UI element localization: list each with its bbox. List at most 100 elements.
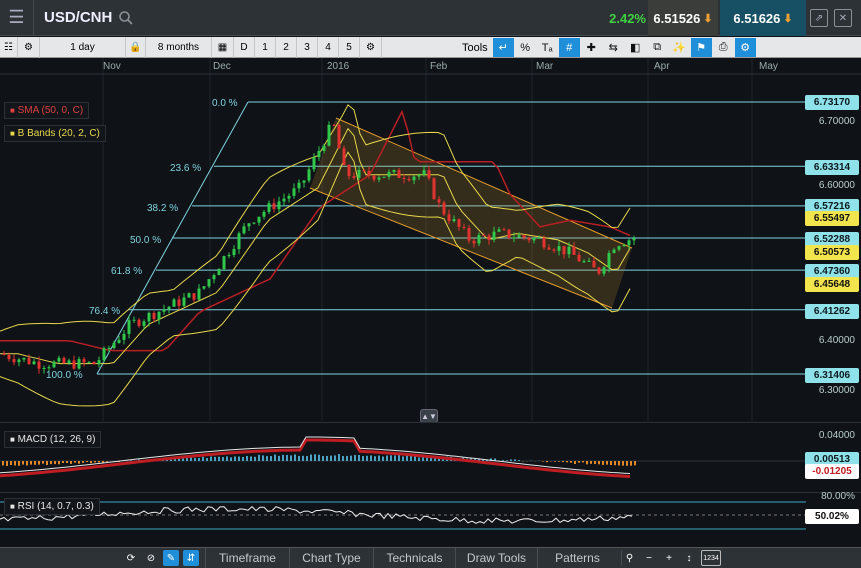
expand-vertical-icon[interactable]: ⇵ — [183, 550, 199, 566]
candle-body — [282, 198, 286, 202]
candle-body — [407, 179, 411, 181]
annotation-icon[interactable]: ⚑ — [690, 38, 712, 57]
candle-body — [142, 321, 146, 326]
sell-price-button[interactable]: 6.51526 ⬇ — [648, 0, 718, 36]
macd-histogram-bar — [510, 459, 512, 461]
macd-histogram-bar — [74, 461, 76, 463]
menu-icon[interactable]: ☰ — [0, 0, 34, 36]
search-icon[interactable] — [118, 10, 134, 26]
chart-list-icon[interactable]: ☷ — [0, 36, 18, 58]
cancel-icon[interactable]: ⊘ — [143, 550, 159, 566]
candle-body — [557, 246, 561, 251]
zoom-out-icon[interactable]: − — [641, 550, 657, 566]
x-axis-label: Feb — [430, 61, 448, 72]
period-button-4[interactable]: 4 — [318, 36, 339, 58]
candle-body — [397, 170, 401, 178]
fib-label: 23.6 % — [170, 163, 202, 174]
candle-body — [352, 176, 356, 178]
buy-price-button[interactable]: 6.51626 ⬇ — [720, 0, 806, 36]
period-button-d[interactable]: D — [234, 36, 255, 58]
drawing-icon[interactable]: ✨ — [669, 38, 690, 57]
macd-histogram-bar — [306, 456, 308, 461]
candle-body — [27, 357, 31, 365]
tools-label: Tools — [462, 41, 488, 54]
grid-icon[interactable]: # — [558, 38, 580, 57]
candle-body — [132, 319, 136, 321]
period-button-1[interactable]: 1 — [255, 36, 276, 58]
chart-toolbar: ☷ ⚙ 1 day 🔒 8 months ▦ D 1 2 3 4 5 ⚙ Too… — [0, 36, 861, 58]
macd-histogram-bar — [98, 461, 100, 463]
text-tool-icon[interactable]: Tₐ — [537, 38, 558, 57]
candle-body — [337, 124, 341, 149]
lock-icon[interactable]: 🔒 — [126, 36, 146, 58]
macd-histogram-bar — [402, 456, 404, 461]
candle-body — [372, 175, 376, 180]
candle-icon[interactable]: ◧ — [625, 38, 646, 57]
period-settings-icon[interactable]: ⚙ — [360, 36, 382, 58]
macd-histogram-bar — [338, 454, 340, 461]
rsi-chart[interactable] — [0, 493, 861, 548]
tab-draw-tools[interactable]: Draw Tools — [455, 547, 537, 568]
bbands-legend[interactable]: ■ B Bands (20, 2, C) — [4, 125, 106, 142]
panel-resize-handle[interactable]: ▲▼ — [420, 409, 438, 423]
rsi-legend[interactable]: ■ RSI (14, 0.7, 0.3) — [4, 498, 100, 515]
fib-label: 38.2 % — [147, 203, 179, 214]
macd-chart[interactable] — [0, 423, 861, 493]
symbol-title[interactable]: USD/CNH — [44, 9, 112, 26]
macd-histogram-bar — [606, 461, 608, 465]
window-icon[interactable]: ⧉ — [647, 38, 668, 57]
chart-settings-icon[interactable]: ⚙ — [734, 38, 756, 57]
macd-histogram-bar — [66, 461, 68, 464]
candle-body — [517, 235, 521, 238]
zoom-in-icon[interactable]: + — [661, 550, 677, 566]
interval-select[interactable]: 1 day — [40, 36, 126, 58]
crosshair-icon[interactable]: ✚ — [581, 38, 602, 57]
print-icon[interactable]: ⎙ — [713, 38, 734, 57]
popout-icon[interactable]: ⇗ — [810, 9, 828, 27]
candle-body — [442, 202, 446, 215]
tab-chart-type[interactable]: Chart Type — [289, 547, 373, 568]
macd-histogram-bar — [218, 456, 220, 461]
candle-body — [42, 368, 46, 370]
candle-body — [617, 246, 621, 250]
macd-histogram-bar — [594, 461, 596, 465]
compare-icon[interactable]: ⇆ — [603, 38, 624, 57]
candle-body — [627, 240, 631, 246]
tab-patterns[interactable]: Patterns — [537, 547, 617, 568]
macd-histogram-bar — [6, 461, 8, 466]
price-flag: 6.41262 — [805, 304, 859, 319]
tab-timeframe[interactable]: Timeframe — [205, 547, 289, 568]
candle-body — [297, 182, 301, 189]
candle-body — [267, 203, 271, 212]
price-flag: 6.73170 — [805, 95, 859, 110]
fit-icon[interactable]: ↕ — [681, 550, 697, 566]
refresh-icon[interactable]: ⟳ — [123, 550, 139, 566]
calendar-icon[interactable]: ▦ — [212, 36, 234, 58]
macd-legend[interactable]: ■ MACD (12, 26, 9) — [4, 431, 102, 448]
numeric-badge[interactable]: 1234 — [701, 550, 721, 566]
percent-icon[interactable]: % — [515, 38, 536, 57]
macd-histogram-bar — [10, 461, 12, 466]
candle-body — [52, 361, 56, 368]
candle-body — [72, 360, 76, 369]
settings-icon[interactable]: ⚙ — [18, 36, 40, 58]
candle-body — [412, 176, 416, 181]
range-select[interactable]: 8 months — [146, 36, 212, 58]
close-icon[interactable]: ✕ — [834, 9, 852, 27]
pencil-icon[interactable]: ✎ — [163, 550, 179, 566]
tab-technicals[interactable]: Technicals — [373, 547, 455, 568]
macd-histogram-bar — [354, 455, 356, 461]
macd-histogram-bar — [226, 456, 228, 461]
sma-legend[interactable]: ■ SMA (50, 0, C) — [4, 102, 90, 119]
period-button-2[interactable]: 2 — [276, 36, 297, 58]
macd-histogram-bar — [330, 455, 332, 461]
period-button-3[interactable]: 3 — [297, 36, 318, 58]
back-arrow-icon[interactable]: ↵ — [492, 38, 514, 57]
macd-histogram-bar — [310, 454, 312, 461]
macd-histogram-bar — [90, 461, 92, 464]
period-button-5[interactable]: 5 — [339, 36, 360, 58]
candle-body — [212, 275, 216, 280]
zoom-icon[interactable]: ⚲ — [621, 550, 637, 566]
candle-body — [222, 256, 226, 270]
candle-body — [152, 312, 156, 320]
